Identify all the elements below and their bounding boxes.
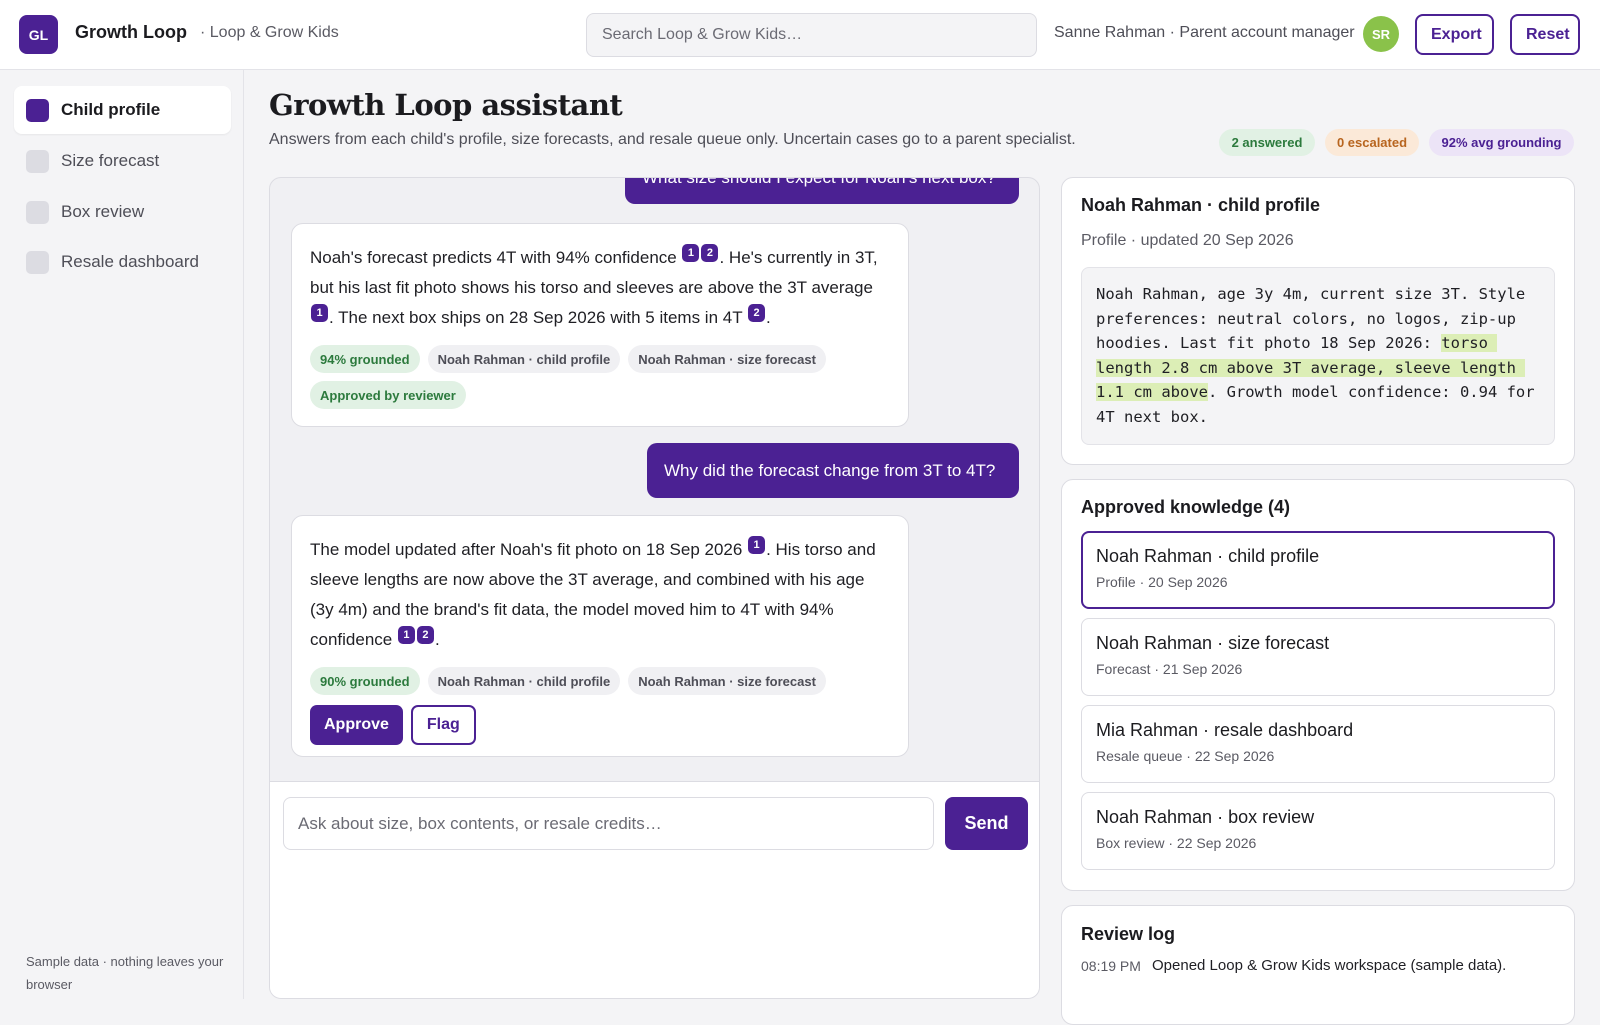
review-actions: Approve Flag <box>310 705 890 745</box>
message-input[interactable] <box>283 797 934 850</box>
user-message: Why did the forecast change from 3T to 4… <box>647 443 1019 498</box>
escalated-count-badge: 0 escalated <box>1325 129 1419 156</box>
search-input[interactable] <box>586 13 1037 57</box>
sidebar-item-child-profile[interactable]: Child profile <box>14 86 231 134</box>
source-tag[interactable]: Noah Rahman · size forecast <box>628 345 826 373</box>
grounding-badge: 92% avg grounding <box>1429 129 1574 156</box>
app-logo: GL <box>19 15 58 54</box>
user-label: Sanne Rahman · Parent account manager <box>1054 24 1355 41</box>
child-profile-card: Noah Rahman · child profile Profile · up… <box>1061 177 1575 465</box>
assistant-message: The model updated after Noah's fit photo… <box>291 515 909 757</box>
knowledge-item-meta: Box review · 22 Sep 2026 <box>1096 835 1257 851</box>
flag-button[interactable]: Flag <box>410 705 476 745</box>
source-tags: 94% grounded Noah Rahman · child profile… <box>310 345 890 373</box>
child-profile-icon <box>26 98 49 122</box>
answer-text: Noah's forecast predicts 4T with 94% con… <box>310 243 892 333</box>
sidebar: Child profile Size forecast Box review R… <box>0 70 244 999</box>
sidebar-item-label: Child profile <box>61 100 161 119</box>
page-title: Growth Loop assistant <box>269 88 623 122</box>
profile-text: Noah Rahman, age 3y 4m, current size 3T.… <box>1081 267 1555 445</box>
reset-button[interactable]: Reset <box>1510 14 1580 55</box>
approve-button[interactable]: Approve <box>310 705 403 745</box>
sidebar-item-size-forecast[interactable]: Size forecast <box>14 137 231 185</box>
source-tag[interactable]: Noah Rahman · size forecast <box>628 667 826 695</box>
sidebar-item-label: Size forecast <box>61 151 160 170</box>
page-subtitle: Answers from each child's profile, size … <box>269 131 1076 148</box>
send-button[interactable]: Send <box>945 797 1028 850</box>
export-button[interactable]: Export <box>1415 14 1494 55</box>
knowledge-item-title: Noah Rahman · size forecast <box>1096 633 1330 653</box>
source-tags: 90% grounded Noah Rahman · child profile… <box>310 667 890 695</box>
review-log-title: Review log <box>1081 924 1176 944</box>
sidebar-item-label: Box review <box>61 202 145 221</box>
knowledge-item-meta: Forecast · 21 Sep 2026 <box>1096 661 1243 677</box>
profile-title: Noah Rahman · child profile <box>1081 195 1321 215</box>
grounded-badge: 94% grounded <box>310 345 420 373</box>
knowledge-item-title: Noah Rahman · child profile <box>1096 546 1320 566</box>
knowledge-item[interactable]: Noah Rahman · child profile Profile · 20… <box>1081 531 1555 609</box>
chat-panel[interactable]: What size should I expect for Noah's nex… <box>269 177 1040 999</box>
approved-knowledge-card: Approved knowledge (4) Noah Rahman · chi… <box>1061 479 1575 891</box>
knowledge-item[interactable]: Mia Rahman · resale dashboard Resale que… <box>1081 705 1555 783</box>
citation-badge[interactable]: 2 <box>748 304 766 323</box>
answer-text: The model updated after Noah's fit photo… <box>310 535 892 655</box>
knowledge-item-title: Mia Rahman · resale dashboard <box>1096 720 1354 740</box>
app-name: Growth Loop <box>75 22 187 42</box>
knowledge-item[interactable]: Noah Rahman · size forecast Forecast · 2… <box>1081 618 1555 696</box>
grounded-badge: 90% grounded <box>310 667 420 695</box>
citation-badge[interactable]: 1 <box>311 304 328 323</box>
approved-status-badge: Approved by reviewer <box>310 381 466 409</box>
log-entry: Opened Loop & Grow Kids workspace (sampl… <box>1152 957 1507 974</box>
sidebar-item-resale-dashboard[interactable]: Resale dashboard <box>14 238 231 286</box>
sidebar-item-label: Resale dashboard <box>61 252 199 271</box>
knowledge-item-title: Noah Rahman · box review <box>1096 807 1315 827</box>
user-message: What size should I expect for Noah's nex… <box>625 178 1019 204</box>
citation-badge[interactable]: 1 <box>748 536 766 555</box>
workspace-name: · Loop & Grow Kids <box>200 24 339 41</box>
knowledge-item-meta: Resale queue · 22 Sep 2026 <box>1096 748 1275 764</box>
review-log-card: Review log 08:19 PM Opened Loop & Grow K… <box>1061 905 1575 1025</box>
answered-count-badge: 2 answered <box>1219 129 1315 156</box>
log-timestamp: 08:19 PM <box>1081 958 1141 974</box>
sidebar-item-box-review[interactable]: Box review <box>14 188 231 236</box>
citation-badge[interactable]: 1 <box>682 244 700 263</box>
resale-dashboard-icon <box>26 250 49 274</box>
knowledge-item[interactable]: Noah Rahman · box review Box review · 22… <box>1081 792 1555 870</box>
sidebar-footer-note: Sample data · nothing leaves your browse… <box>26 954 224 992</box>
knowledge-title: Approved knowledge (4) <box>1081 497 1291 517</box>
size-forecast-icon <box>26 149 49 173</box>
assistant-message: Noah's forecast predicts 4T with 94% con… <box>291 223 909 427</box>
citation-badge[interactable]: 2 <box>701 244 719 263</box>
profile-meta: Profile · updated 20 Sep 2026 <box>1081 232 1294 249</box>
box-review-icon <box>26 200 49 224</box>
citation-badge[interactable]: 1 <box>397 626 415 645</box>
avatar[interactable]: SR <box>1363 16 1399 52</box>
source-tag[interactable]: Noah Rahman · child profile <box>427 345 621 373</box>
composer: Send <box>270 781 1039 998</box>
source-tag[interactable]: Noah Rahman · child profile <box>427 667 621 695</box>
citation-badge[interactable]: 2 <box>416 626 434 645</box>
top-bar: GL Growth Loop · Loop & Grow Kids Sanne … <box>0 0 1600 70</box>
knowledge-item-meta: Profile · 20 Sep 2026 <box>1096 574 1228 590</box>
